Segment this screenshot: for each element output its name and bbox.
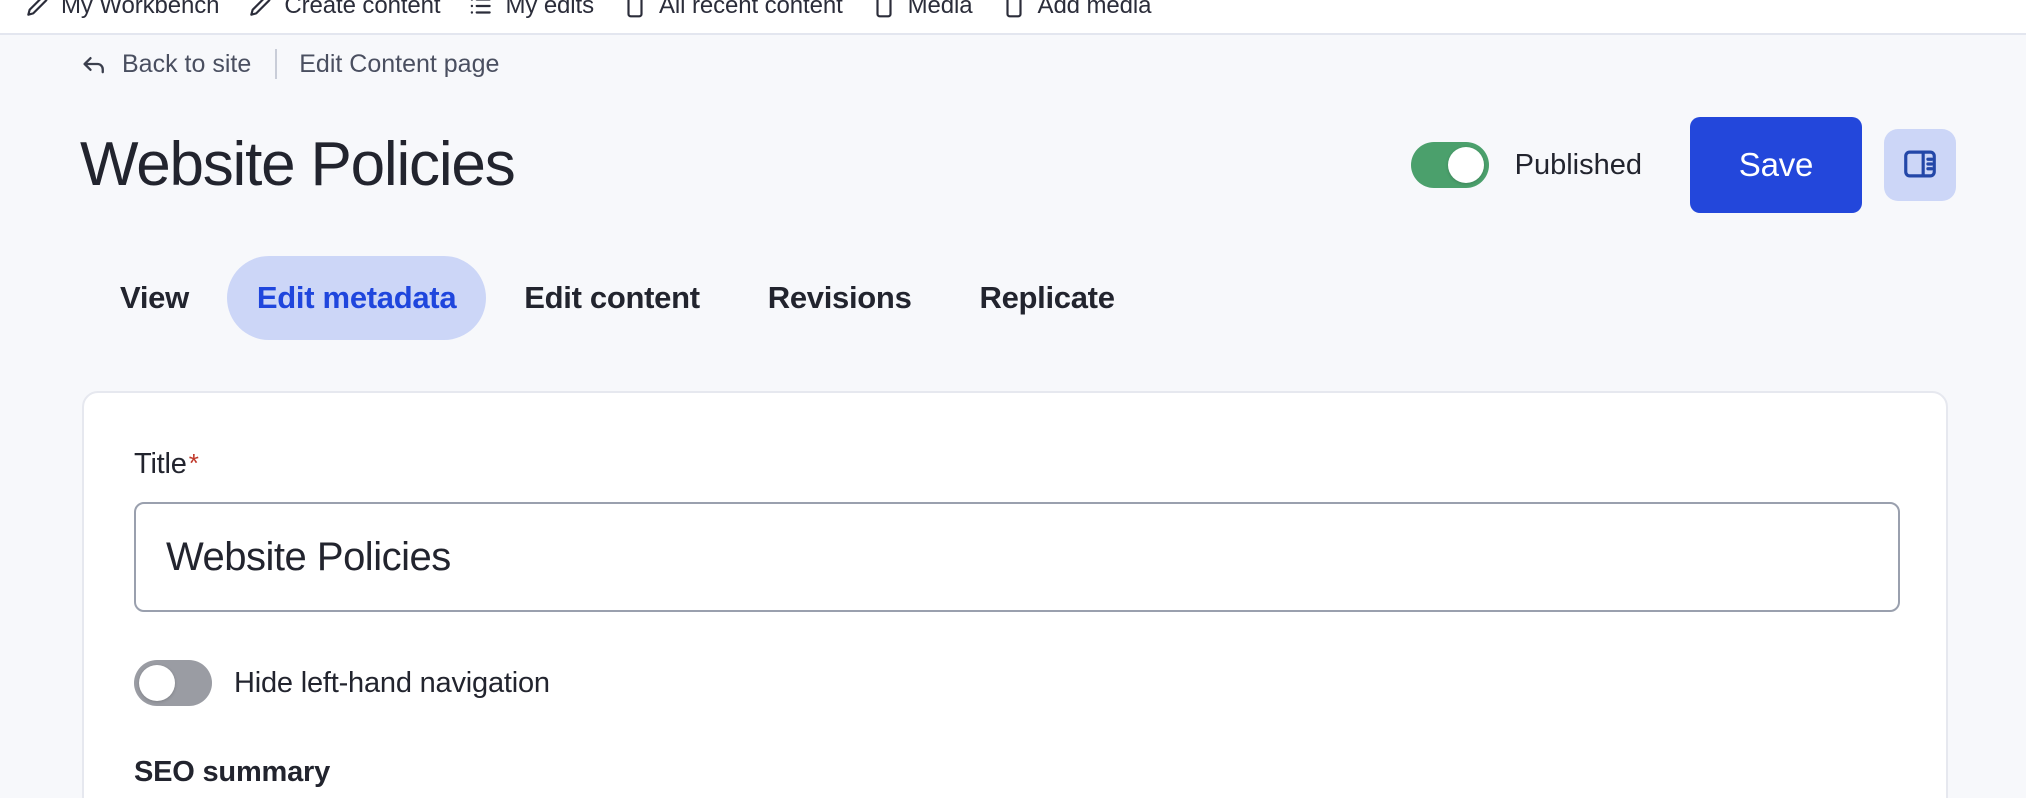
metadata-form-card: Title * Hide left-hand navigation SEO su… — [82, 391, 1948, 798]
back-to-site-link[interactable]: Back to site — [80, 50, 251, 79]
admin-content-edit-screen: My Workbench Create content My edits All… — [0, 0, 2026, 798]
pencil-icon — [247, 0, 273, 19]
title-field-label: Title * — [134, 448, 1896, 481]
admin-toolbar-item-label: My Workbench — [61, 0, 220, 19]
admin-toolbar-item-my-edits[interactable]: My edits — [462, 0, 616, 34]
admin-toolbar-item-media[interactable]: Media — [865, 0, 995, 34]
tab-replicate[interactable]: Replicate — [950, 256, 1145, 340]
admin-toolbar-item-label: Media — [907, 0, 973, 19]
breadcrumb-separator — [275, 49, 278, 79]
hide-left-nav-toggle[interactable] — [134, 660, 212, 706]
pencil-icon — [24, 0, 50, 19]
admin-toolbar-item-add-media[interactable]: Add media — [995, 0, 1174, 34]
published-toggle[interactable] — [1410, 142, 1489, 188]
document-icon — [871, 0, 897, 19]
content-tabs: View Edit metadata Edit content Revision… — [0, 248, 2026, 348]
admin-toolbar-item-my-workbench[interactable]: My Workbench — [18, 0, 241, 34]
admin-toolbar-item-label: My edits — [505, 0, 595, 19]
header-actions: Published Save — [1410, 117, 1956, 213]
admin-toolbar-item-label: Add media — [1037, 0, 1152, 19]
admin-toolbar-item-label: All recent content — [659, 0, 843, 19]
hide-left-nav-label: Hide left-hand navigation — [234, 666, 550, 699]
back-to-site-label: Back to site — [122, 49, 252, 78]
page-header: Website Policies Published Save — [0, 110, 2026, 220]
tab-revisions[interactable]: Revisions — [738, 256, 942, 340]
title-field-label-text: Title — [134, 448, 187, 480]
published-toggle-knob — [1447, 147, 1484, 183]
title-input[interactable] — [134, 502, 1900, 612]
breadcrumb-current-page: Edit Content page — [299, 49, 500, 78]
published-status-label: Published — [1514, 148, 1642, 181]
admin-toolbar-item-create-content[interactable]: Create content — [241, 0, 462, 34]
tab-edit-content[interactable]: Edit content — [494, 256, 730, 340]
breadcrumb: Back to site Edit Content page — [0, 36, 2026, 92]
document-icon — [1001, 0, 1027, 19]
tab-edit-metadata[interactable]: Edit metadata — [226, 256, 487, 340]
page-title: Website Policies — [80, 130, 516, 199]
panel-toggle-button[interactable] — [1884, 129, 1956, 201]
hide-left-nav-toggle-knob — [139, 665, 175, 701]
admin-toolbar-item-label: Create content — [284, 0, 441, 19]
sidebar-panel-icon — [1901, 145, 1939, 186]
required-marker: * — [188, 448, 199, 478]
admin-toolbar: My Workbench Create content My edits All… — [0, 0, 2026, 34]
hide-left-nav-field: Hide left-hand navigation — [134, 660, 1896, 706]
back-arrow-icon — [80, 50, 108, 78]
list-icon — [468, 0, 494, 19]
document-icon — [622, 0, 648, 19]
toolbar-divider — [0, 33, 2026, 35]
save-button[interactable]: Save — [1690, 117, 1862, 213]
tab-view[interactable]: View — [90, 256, 219, 340]
seo-summary-label: SEO summary — [134, 756, 331, 788]
admin-toolbar-item-all-recent-content[interactable]: All recent content — [616, 0, 865, 34]
